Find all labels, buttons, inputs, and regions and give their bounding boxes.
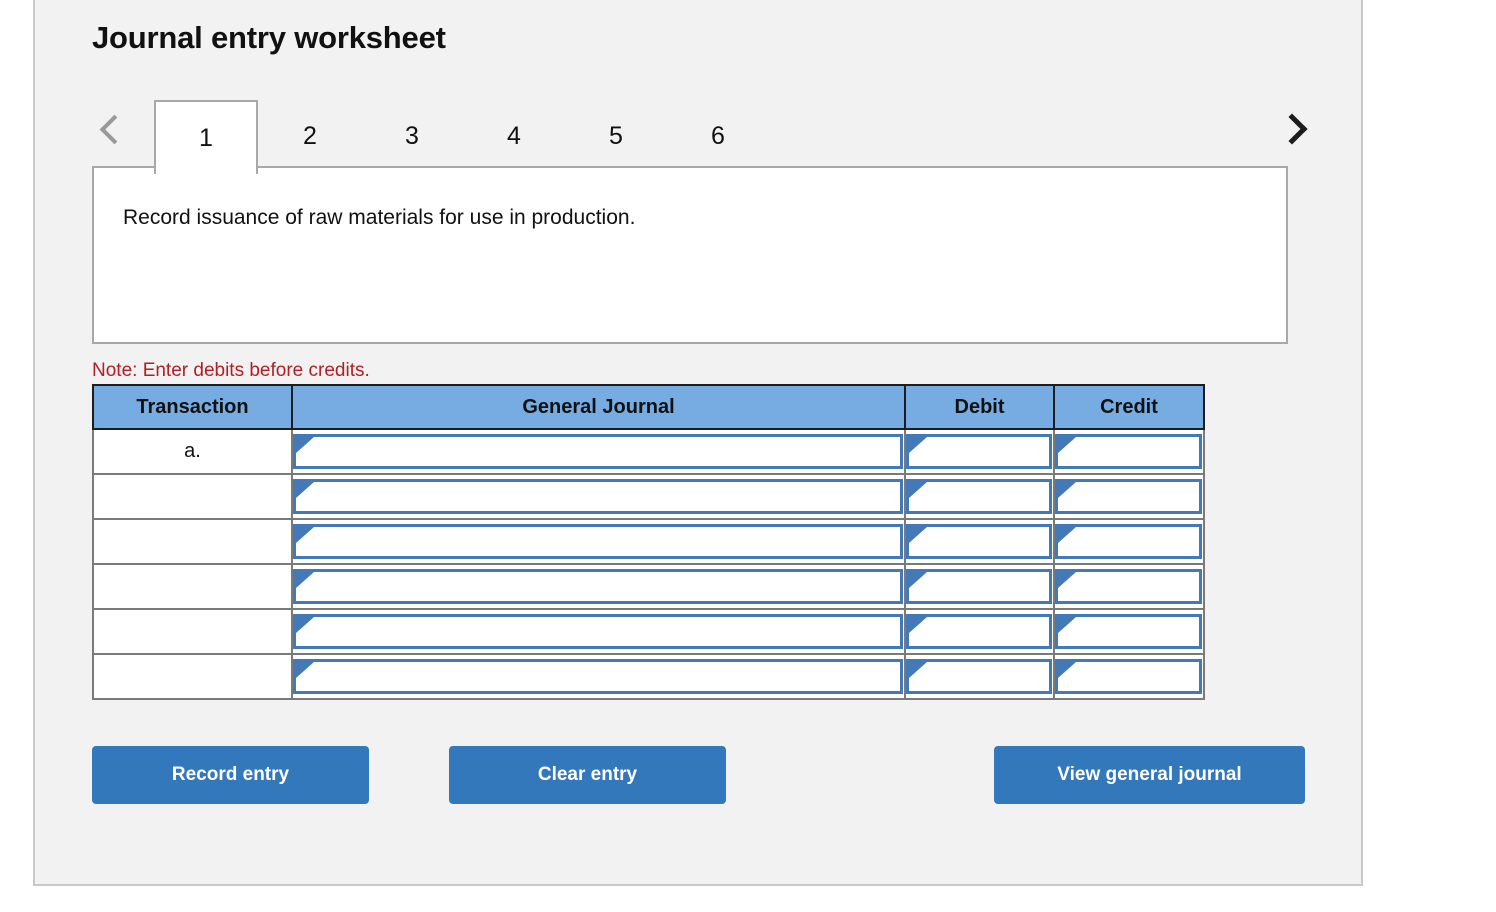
transaction-cell: [92, 518, 293, 565]
debit-input[interactable]: [906, 614, 1052, 649]
transaction-cell: [92, 563, 293, 610]
column-header-general-journal: General Journal: [291, 384, 906, 430]
debit-input[interactable]: [906, 479, 1052, 514]
debit-input[interactable]: [906, 434, 1052, 469]
general-journal-cell[interactable]: [291, 473, 906, 520]
general-journal-input[interactable]: [293, 659, 903, 694]
general-journal-cell[interactable]: [291, 653, 906, 700]
general-journal-input[interactable]: [293, 524, 903, 559]
previous-page-button[interactable]: [92, 92, 136, 166]
tab-4[interactable]: 4: [462, 100, 566, 172]
credit-input[interactable]: [1055, 569, 1202, 604]
debit-cell[interactable]: [904, 473, 1055, 520]
debit-cell[interactable]: [904, 563, 1055, 610]
page-title: Journal entry worksheet: [92, 20, 446, 55]
debit-input[interactable]: [906, 524, 1052, 559]
debit-input[interactable]: [906, 659, 1052, 694]
column-header-credit: Credit: [1053, 384, 1205, 430]
tab-2-label: 2: [303, 121, 317, 150]
tab-1[interactable]: 1: [154, 100, 258, 174]
chevron-left-icon: [99, 114, 129, 144]
tab-3[interactable]: 3: [360, 100, 464, 172]
transaction-cell: a.: [92, 428, 293, 475]
clear-entry-button[interactable]: Clear entry: [449, 746, 726, 804]
debit-cell[interactable]: [904, 428, 1055, 475]
transaction-cell: [92, 608, 293, 655]
transaction-description-panel: Record issuance of raw materials for use…: [92, 166, 1288, 344]
table-row: a.: [92, 428, 1205, 475]
credit-cell[interactable]: [1053, 563, 1205, 610]
tab-2[interactable]: 2: [258, 100, 362, 172]
tab-3-label: 3: [405, 121, 419, 150]
view-general-journal-button[interactable]: View general journal: [994, 746, 1305, 804]
table-header-row: Transaction General Journal Debit Credit: [92, 384, 1205, 430]
general-journal-input[interactable]: [293, 434, 903, 469]
debit-cell[interactable]: [904, 653, 1055, 700]
general-journal-input[interactable]: [293, 569, 903, 604]
credit-cell[interactable]: [1053, 518, 1205, 565]
tab-6-label: 6: [711, 121, 725, 150]
credit-input[interactable]: [1055, 614, 1202, 649]
tab-strip: 1 2 3 4 5 6: [92, 92, 1314, 174]
column-header-transaction: Transaction: [92, 384, 293, 430]
table-row: [92, 563, 1205, 610]
general-journal-cell[interactable]: [291, 518, 906, 565]
general-journal-cell[interactable]: [291, 563, 906, 610]
table-row: [92, 608, 1205, 655]
journal-entry-worksheet-card: Journal entry worksheet 1 2 3 4 5 6 Reco…: [33, 0, 1363, 886]
credit-input[interactable]: [1055, 434, 1202, 469]
record-entry-button[interactable]: Record entry: [92, 746, 369, 804]
transaction-cell: [92, 653, 293, 700]
credit-input[interactable]: [1055, 659, 1202, 694]
general-journal-input[interactable]: [293, 479, 903, 514]
table-row: [92, 473, 1205, 520]
tab-4-label: 4: [507, 121, 521, 150]
column-header-debit: Debit: [904, 384, 1055, 430]
transaction-cell: [92, 473, 293, 520]
chevron-right-icon: [1276, 113, 1308, 145]
note-text: Note: Enter debits before credits.: [92, 360, 370, 381]
next-page-button[interactable]: [1270, 92, 1314, 166]
tab-1-label: 1: [199, 123, 213, 152]
tab-6[interactable]: 6: [666, 100, 770, 172]
general-journal-cell[interactable]: [291, 428, 906, 475]
credit-cell[interactable]: [1053, 608, 1205, 655]
debit-cell[interactable]: [904, 608, 1055, 655]
credit-cell[interactable]: [1053, 428, 1205, 475]
debit-cell[interactable]: [904, 518, 1055, 565]
debit-input[interactable]: [906, 569, 1052, 604]
credit-input[interactable]: [1055, 479, 1202, 514]
credit-input[interactable]: [1055, 524, 1202, 559]
tab-5-label: 5: [609, 121, 623, 150]
general-journal-cell[interactable]: [291, 608, 906, 655]
general-journal-input[interactable]: [293, 614, 903, 649]
credit-cell[interactable]: [1053, 473, 1205, 520]
journal-entry-table: Transaction General Journal Debit Credit…: [92, 384, 1205, 700]
table-row: [92, 518, 1205, 565]
credit-cell[interactable]: [1053, 653, 1205, 700]
transaction-label: a.: [184, 440, 201, 462]
table-row: [92, 653, 1205, 700]
tab-5[interactable]: 5: [564, 100, 668, 172]
transaction-description-text: Record issuance of raw materials for use…: [123, 206, 636, 229]
